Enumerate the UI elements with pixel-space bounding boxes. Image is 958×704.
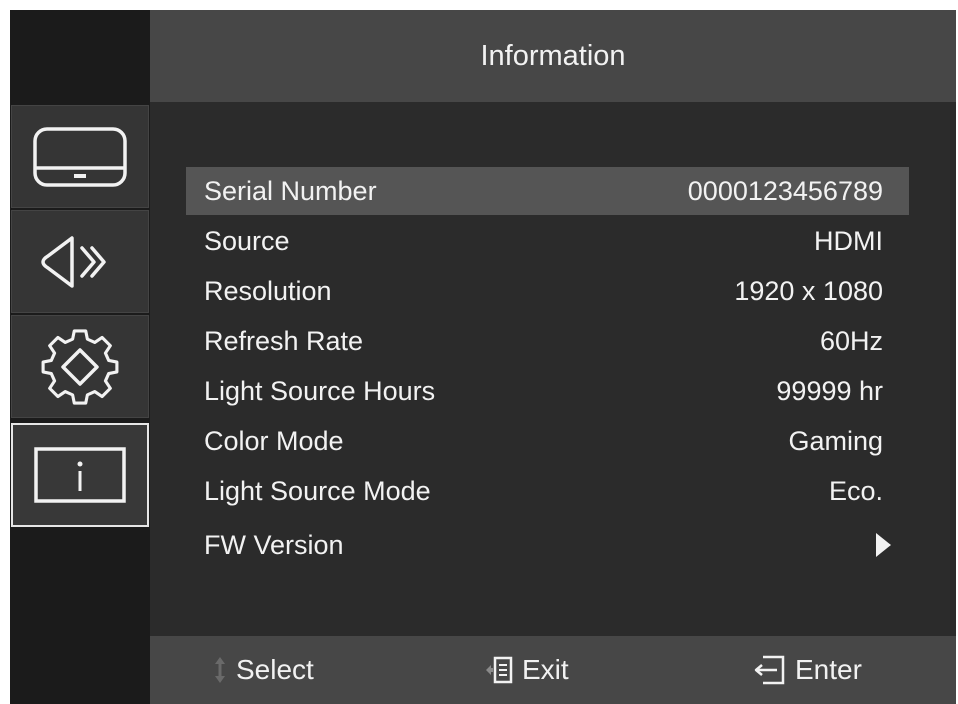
- monitor-icon: [33, 126, 127, 187]
- row-resolution[interactable]: Resolution 1920 x 1080: [186, 267, 909, 315]
- up-down-arrow-icon: [215, 657, 225, 683]
- row-label: Refresh Rate: [204, 325, 364, 356]
- page-title-text: Information: [480, 39, 626, 72]
- hint-exit: Exit: [484, 636, 569, 704]
- osd-menu: Information Serial Number 0000123456789 …: [10, 10, 956, 704]
- hint-select: Select: [212, 636, 314, 704]
- tab-audio[interactable]: [11, 210, 149, 313]
- row-value: 0000123456789: [687, 175, 883, 206]
- speaker-icon: [41, 235, 106, 288]
- footer-hints: Select Exit Enter: [150, 636, 956, 704]
- row-label: FW Version: [204, 529, 344, 560]
- arrow-right-icon: [876, 533, 891, 557]
- hint-enter: Enter: [753, 636, 862, 704]
- gear-icon: [41, 328, 119, 405]
- row-source[interactable]: Source HDMI: [186, 217, 909, 265]
- row-light-source-hours[interactable]: Light Source Hours 99999 hr: [186, 367, 909, 415]
- row-value: 1920 x 1080: [734, 275, 883, 306]
- tab-information[interactable]: [11, 423, 149, 527]
- row-value: Gaming: [788, 425, 883, 456]
- hint-enter-label: Enter: [795, 654, 862, 685]
- row-label: Resolution: [204, 275, 332, 306]
- tab-display[interactable]: [11, 105, 149, 208]
- enter-icon: [754, 655, 785, 685]
- exit-menu-icon: [486, 656, 513, 684]
- row-label: Source: [204, 225, 290, 256]
- row-value: Eco.: [828, 475, 883, 506]
- tab-system[interactable]: [11, 315, 149, 418]
- row-label: Serial Number: [204, 175, 377, 206]
- row-value: 99999 hr: [776, 375, 883, 406]
- row-light-source-mode[interactable]: Light Source Mode Eco.: [186, 467, 909, 515]
- row-label: Color Mode: [204, 425, 344, 456]
- hint-select-label: Select: [236, 654, 314, 685]
- sidebar: [10, 10, 150, 704]
- hint-exit-label: Exit: [522, 654, 569, 685]
- row-value: 60Hz: [819, 325, 883, 356]
- row-label: Light Source Mode: [204, 475, 431, 506]
- row-color-mode[interactable]: Color Mode Gaming: [186, 417, 909, 465]
- row-fw-version[interactable]: FW Version: [186, 521, 909, 569]
- info-icon: [34, 447, 126, 503]
- row-label: Light Source Hours: [204, 375, 436, 406]
- page-title: Information: [150, 10, 956, 102]
- row-serial-number[interactable]: Serial Number 0000123456789: [186, 167, 909, 215]
- row-refresh-rate[interactable]: Refresh Rate 60Hz: [186, 317, 909, 365]
- info-list: Serial Number 0000123456789 Source HDMI …: [150, 102, 956, 636]
- row-value: HDMI: [814, 225, 883, 256]
